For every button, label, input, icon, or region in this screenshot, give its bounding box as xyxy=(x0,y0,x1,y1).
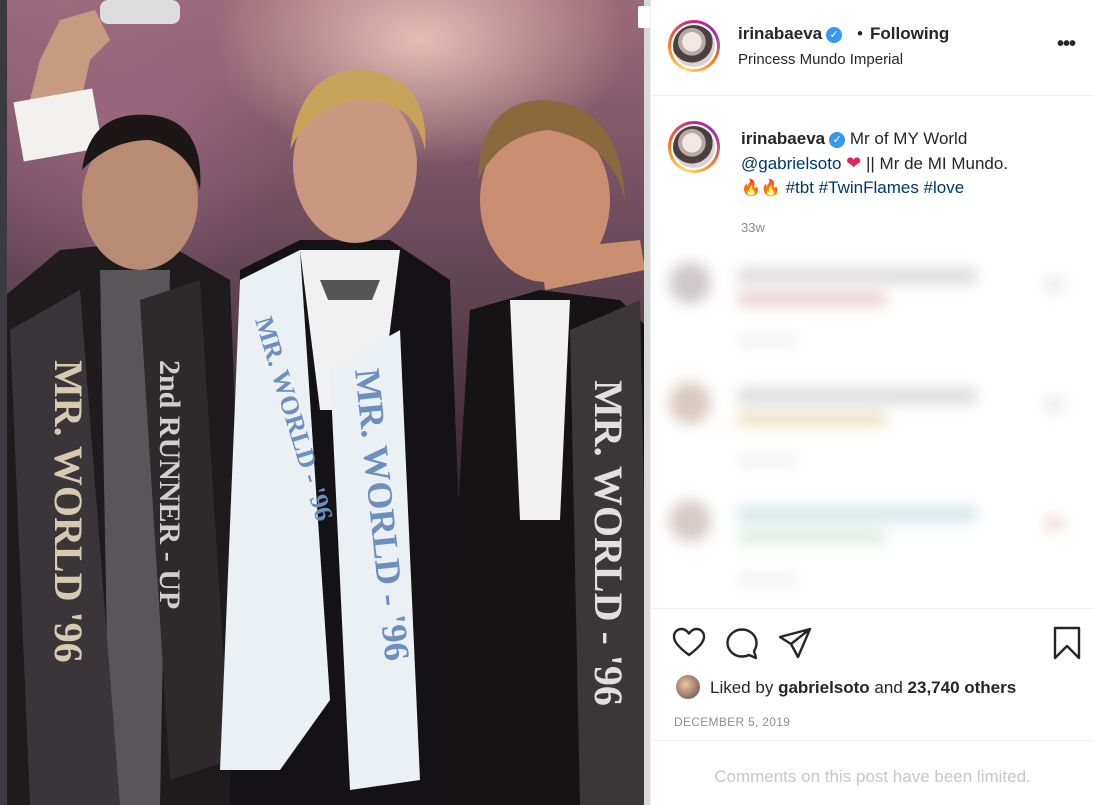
post-photo[interactable]: MR. WORLD '96 2nd RUNNER - UP MR. WORLD … xyxy=(0,0,650,805)
caption-avatar[interactable] xyxy=(668,121,720,173)
heart-emoji-icon: ❤ xyxy=(846,153,862,173)
sash-left-text: MR. WORLD '96 xyxy=(46,360,91,663)
fire-emoji-icon: 🔥🔥 xyxy=(741,180,781,197)
sash-right-text: MR. WORLD - '96 xyxy=(586,380,631,706)
header-separator: • xyxy=(857,24,863,43)
ellipsis-icon[interactable]: ••• xyxy=(1057,33,1079,57)
caption-profile-photo-icon xyxy=(673,126,715,168)
heart-outline-icon[interactable] xyxy=(671,625,707,661)
liker-avatar[interactable] xyxy=(676,675,700,699)
caption-timestamp[interactable]: 33w xyxy=(741,220,765,235)
caption-line-1: Mr of MY World xyxy=(849,129,968,148)
paper-plane-icon[interactable] xyxy=(777,625,813,661)
post-actions: Liked by gabrielsoto and 23,740 others D… xyxy=(651,608,1093,805)
blurred-comments xyxy=(665,262,1075,590)
post-date[interactable]: DECEMBER 5, 2019 xyxy=(674,715,790,729)
likes-prefix: Liked by xyxy=(710,678,774,697)
photo-left-edge xyxy=(0,0,7,805)
liker-username[interactable]: gabrielsoto xyxy=(778,678,870,697)
location-link[interactable]: Princess Mundo Imperial xyxy=(738,51,903,68)
mention-link[interactable]: @gabrielsoto xyxy=(741,154,841,173)
photo-illustration: MR. WORLD '96 2nd RUNNER - UP MR. WORLD … xyxy=(0,0,650,805)
likes-text: Liked by gabrielsoto and 23,740 others xyxy=(710,678,1016,698)
author-username-text[interactable]: irinabaeva xyxy=(738,24,822,43)
post-sidebar: irinabaeva ✓ • Following Princess Mundo I… xyxy=(650,0,1093,805)
caption-username[interactable]: irinabaeva xyxy=(741,129,825,148)
hashtag-love[interactable]: #love xyxy=(924,178,965,197)
caption-line-2: || Mr de MI Mundo. xyxy=(866,154,1009,173)
hashtag-tbt[interactable]: #tbt xyxy=(786,178,814,197)
bookmark-icon[interactable] xyxy=(1049,625,1085,661)
hashtag-twinflames[interactable]: #TwinFlames xyxy=(819,178,919,197)
caption-text: irinabaeva ✓ Mr of MY World @gabrielsoto … xyxy=(741,127,1071,201)
likes-and: and xyxy=(874,678,903,697)
likes-others-link[interactable]: 23,740 others xyxy=(908,678,1017,697)
carousel-indicator-icon xyxy=(638,6,650,28)
list-item xyxy=(665,500,1075,590)
comments-limited-text: Comments on this post have been limited. xyxy=(714,767,1031,786)
comment-bubble-icon[interactable] xyxy=(724,625,760,661)
list-item xyxy=(665,382,1075,472)
sash-left-runner-text: 2nd RUNNER - UP xyxy=(153,360,186,609)
author-username[interactable]: irinabaeva ✓ xyxy=(738,24,843,44)
verified-badge-icon: ✓ xyxy=(826,27,843,43)
caption-verified-icon: ✓ xyxy=(829,132,846,148)
post-header: irinabaeva ✓ • Following Princess Mundo I… xyxy=(651,0,1093,96)
comments-limited-bar: Comments on this post have been limited. xyxy=(651,740,1093,805)
avatar[interactable] xyxy=(668,20,720,72)
list-item xyxy=(665,262,1075,352)
following-button[interactable]: Following xyxy=(870,24,949,44)
profile-photo-icon xyxy=(673,25,715,67)
